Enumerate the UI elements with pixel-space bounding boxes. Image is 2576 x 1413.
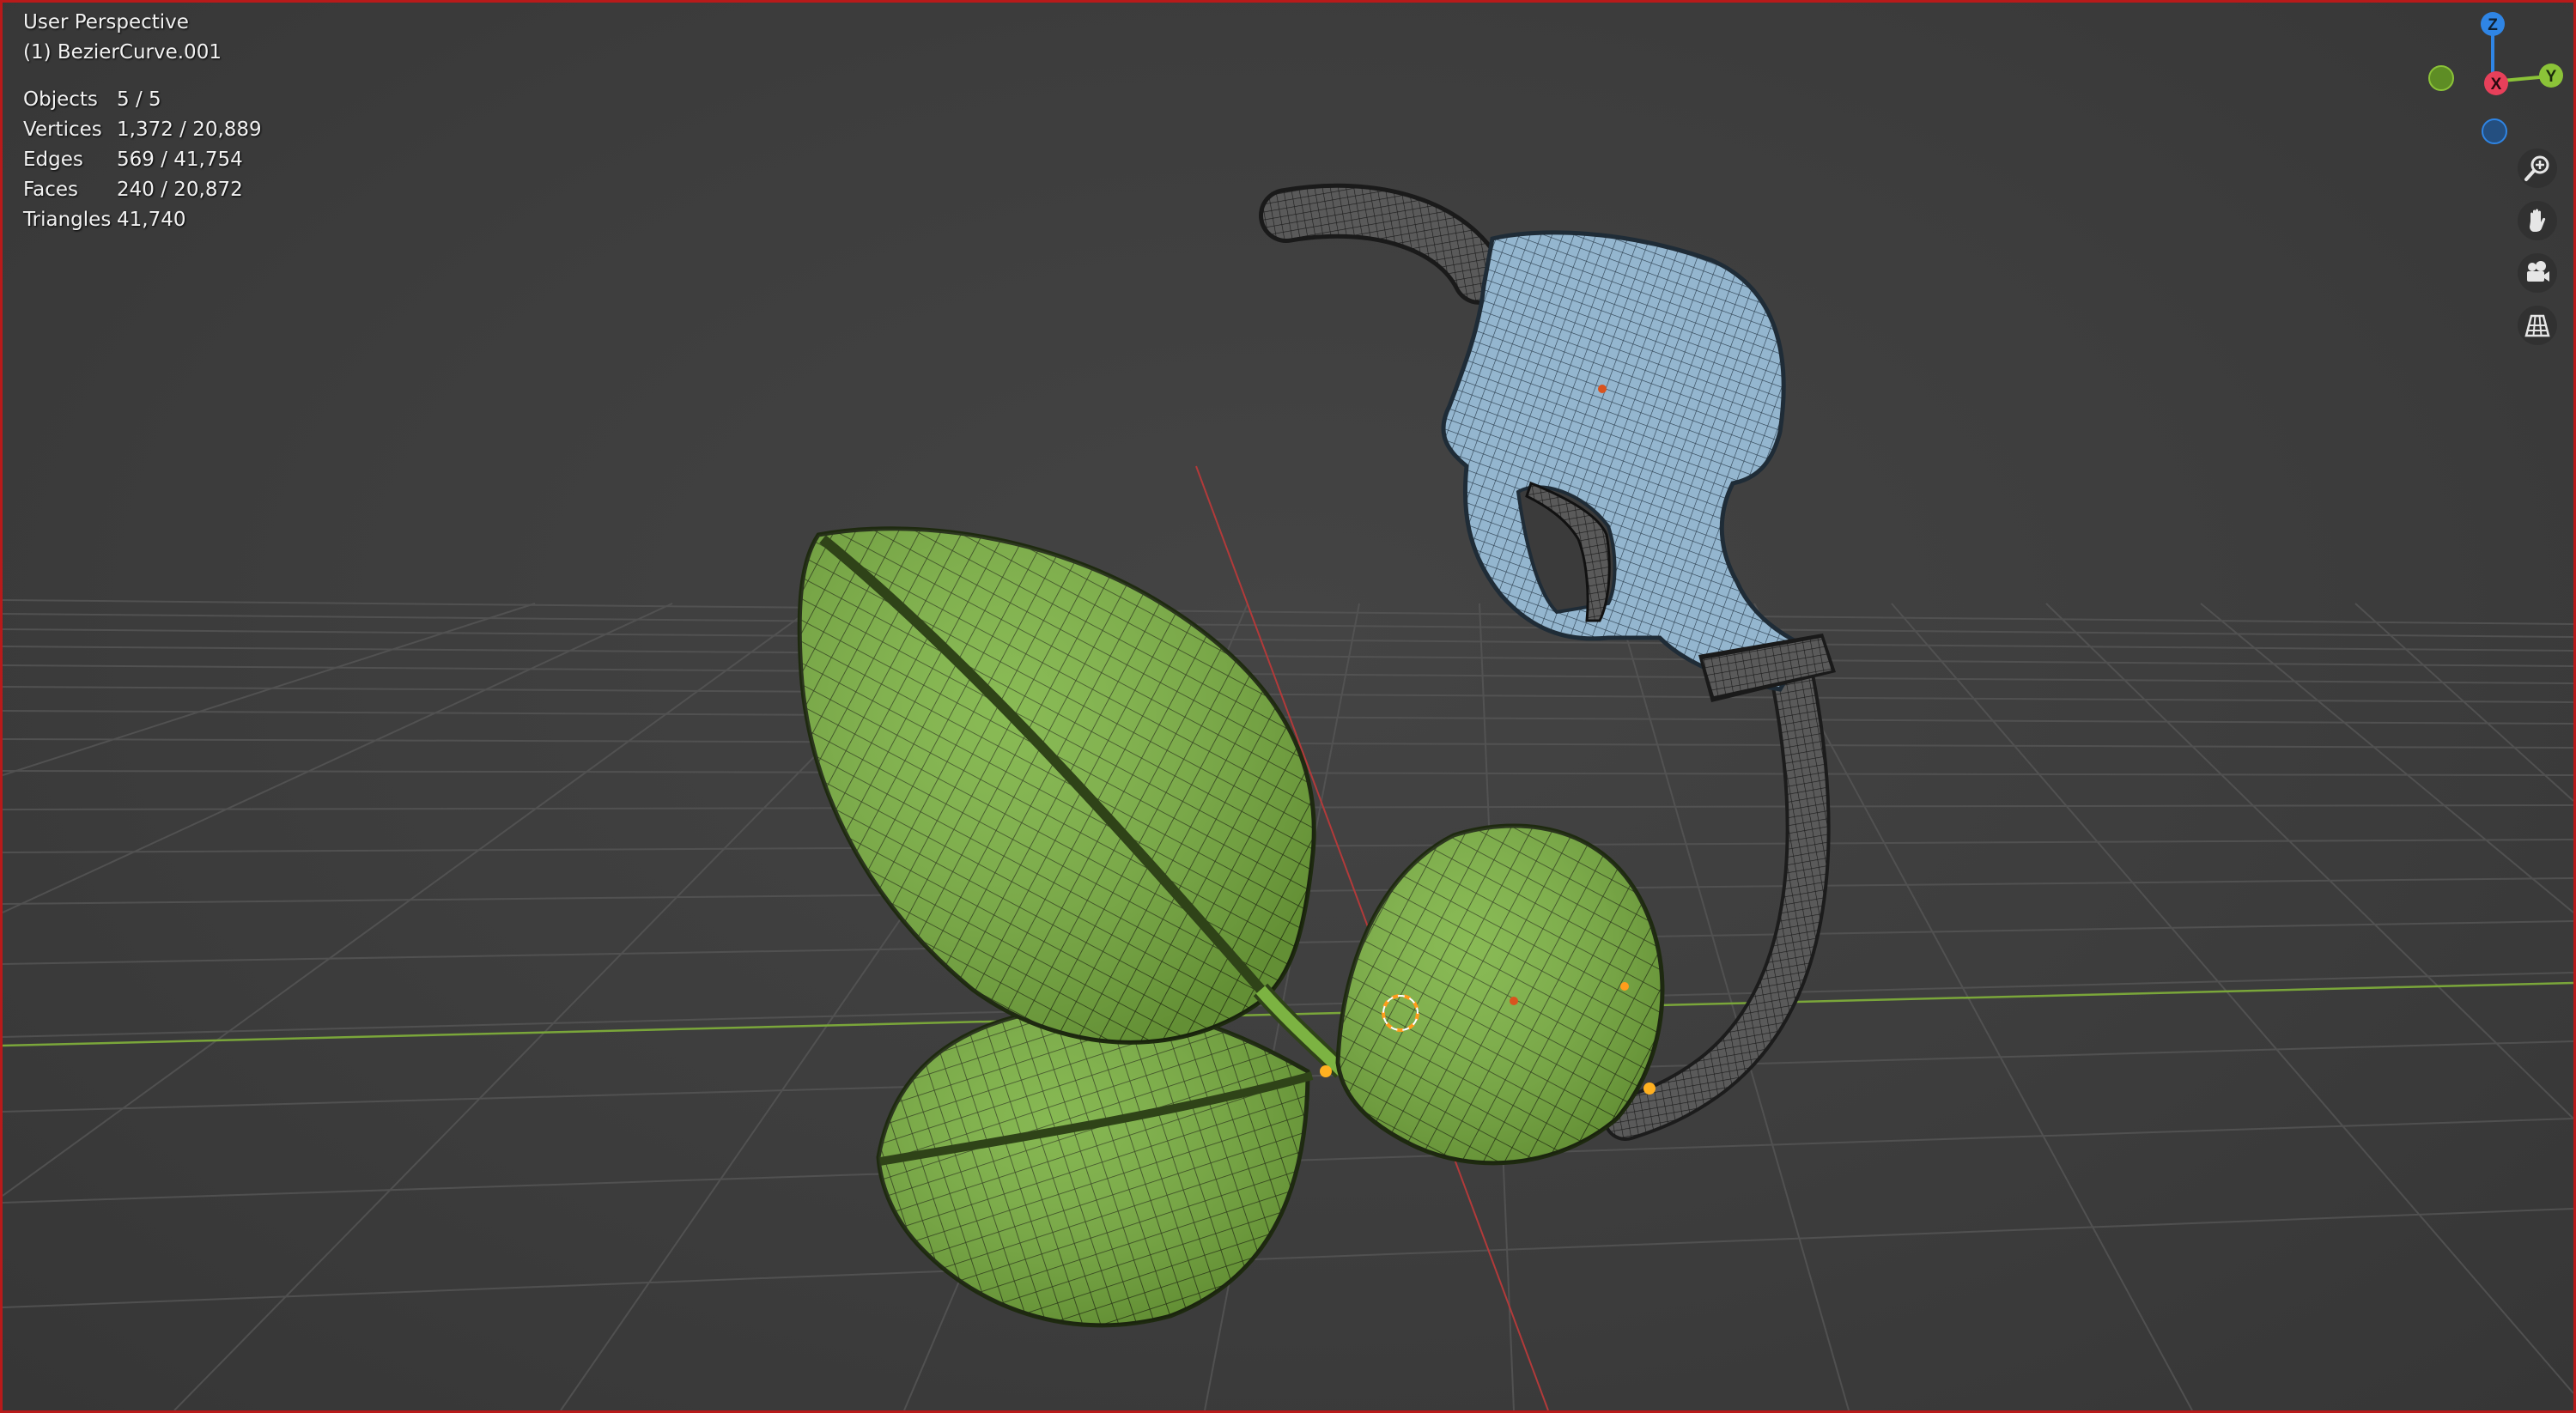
stat-label: Triangles (23, 209, 112, 231)
stat-label: Faces (23, 179, 78, 201)
stat-row-edges: Edges 569 / 41,754 (23, 145, 262, 175)
stat-value: 41,740 (117, 209, 186, 231)
stat-row-objects: Objects 5 / 5 (23, 85, 262, 115)
stat-value: 569 / 41,754 (117, 149, 243, 171)
gizmo-x-button[interactable]: X (2484, 71, 2508, 95)
leaf-upper (797, 526, 1349, 1078)
stat-row-vertices: Vertices 1,372 / 20,889 (23, 115, 262, 145)
navigation-gizmo[interactable]: Z Y X (2407, 3, 2576, 157)
zoom-tool-button[interactable] (2518, 149, 2557, 188)
stat-value: 5 / 5 (117, 88, 161, 111)
stat-row-triangles: Triangles 41,740 (23, 205, 262, 235)
gizmo-neg-y-button[interactable] (2428, 65, 2454, 91)
pan-tool-button[interactable] (2518, 201, 2557, 240)
stat-label: Vertices (23, 118, 102, 141)
stat-row-faces: Faces 240 / 20,872 (23, 175, 262, 205)
viewport-info-overlay: User Perspective (1) BezierCurve.001 Obj… (23, 8, 262, 235)
hand-icon (2530, 209, 2546, 232)
stat-value: 1,372 / 20,889 (117, 118, 262, 141)
gizmo-z-label: Z (2488, 16, 2498, 34)
stat-value: 240 / 20,872 (117, 179, 243, 201)
gizmo-y-button[interactable]: Y (2539, 64, 2563, 88)
camera-icon (2527, 261, 2549, 282)
grid-perspective-icon (2524, 314, 2550, 337)
fuel-nozzle (1259, 183, 1836, 702)
gizmo-z-button[interactable]: Z (2481, 12, 2505, 36)
3d-viewport[interactable]: User Perspective (1) BezierCurve.001 Obj… (0, 0, 2576, 1413)
perspective-toggle-button[interactable] (2518, 306, 2557, 345)
scene-canvas[interactable] (3, 3, 2573, 1410)
active-object-name: (1) BezierCurve.001 (23, 41, 222, 64)
gizmo-neg-z-button[interactable] (2482, 118, 2507, 144)
scene-statistics: Objects 5 / 5 Vertices 1,372 / 20,889 Ed… (23, 85, 262, 235)
magnifier-plus-icon (2524, 155, 2549, 181)
leaf-lower (876, 1004, 1314, 1328)
gizmo-y-label: Y (2546, 68, 2557, 86)
viewport-navigation-tools (2518, 149, 2557, 345)
view-name: User Perspective (23, 11, 189, 33)
camera-view-button[interactable] (2518, 253, 2557, 293)
stat-label: Edges (23, 149, 83, 171)
stat-label: Objects (23, 88, 98, 111)
gizmo-x-label: X (2491, 76, 2502, 94)
leaf-round (1320, 823, 1665, 1166)
floor-grid (3, 599, 2573, 1410)
